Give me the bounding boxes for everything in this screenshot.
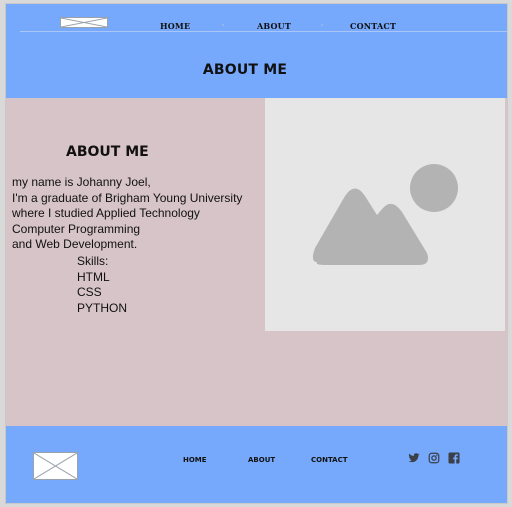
footer-about-link[interactable]: ABOUT bbox=[248, 456, 275, 464]
nav-home-link[interactable]: HOME bbox=[160, 21, 190, 31]
nav-about-link[interactable]: ABOUT bbox=[257, 21, 291, 31]
nav-divider bbox=[20, 31, 507, 32]
nav-separator bbox=[321, 24, 323, 26]
image-placeholder-icon bbox=[312, 164, 458, 265]
logo-placeholder[interactable] bbox=[60, 17, 108, 28]
instagram-icon[interactable] bbox=[428, 452, 440, 464]
bio-line: I'm a graduate of Brigham Young Universi… bbox=[12, 190, 243, 205]
broken-image-icon bbox=[61, 18, 107, 27]
page: HOME ABOUT CONTACT ABOUT ME ABOUT ME my … bbox=[6, 4, 507, 503]
nav-contact-link[interactable]: CONTACT bbox=[350, 21, 396, 31]
facebook-icon[interactable] bbox=[448, 452, 460, 464]
bio-line: Computer Programming bbox=[12, 221, 141, 236]
footer-logo-placeholder[interactable] bbox=[33, 452, 78, 480]
skills-heading: Skills: bbox=[77, 254, 109, 268]
footer-home-link[interactable]: HOME bbox=[183, 456, 207, 464]
bio-line: and Web Development. bbox=[12, 237, 138, 252]
twitter-icon[interactable] bbox=[408, 452, 420, 464]
bio-line: where I studied Applied Technology bbox=[12, 206, 200, 221]
nav-separator bbox=[222, 24, 224, 26]
page-title: ABOUT ME bbox=[202, 62, 288, 78]
broken-image-icon bbox=[34, 453, 77, 479]
profile-image-placeholder bbox=[265, 98, 505, 331]
section-title: ABOUT ME bbox=[66, 144, 149, 160]
skill-item: HTML bbox=[77, 269, 110, 284]
skill-item: CSS bbox=[77, 285, 102, 300]
footer: HOME ABOUT CONTACT bbox=[6, 426, 507, 503]
header: HOME ABOUT CONTACT ABOUT ME bbox=[6, 4, 507, 98]
skills-list: Skills: HTML CSS PYTHON bbox=[77, 254, 127, 316]
bio-line: my name is Johanny Joel, bbox=[12, 175, 151, 189]
skill-item: PYTHON bbox=[77, 300, 128, 315]
bio-text: my name is Johanny Joel, I'm a graduate … bbox=[12, 175, 262, 253]
footer-contact-link[interactable]: CONTACT bbox=[311, 456, 348, 464]
